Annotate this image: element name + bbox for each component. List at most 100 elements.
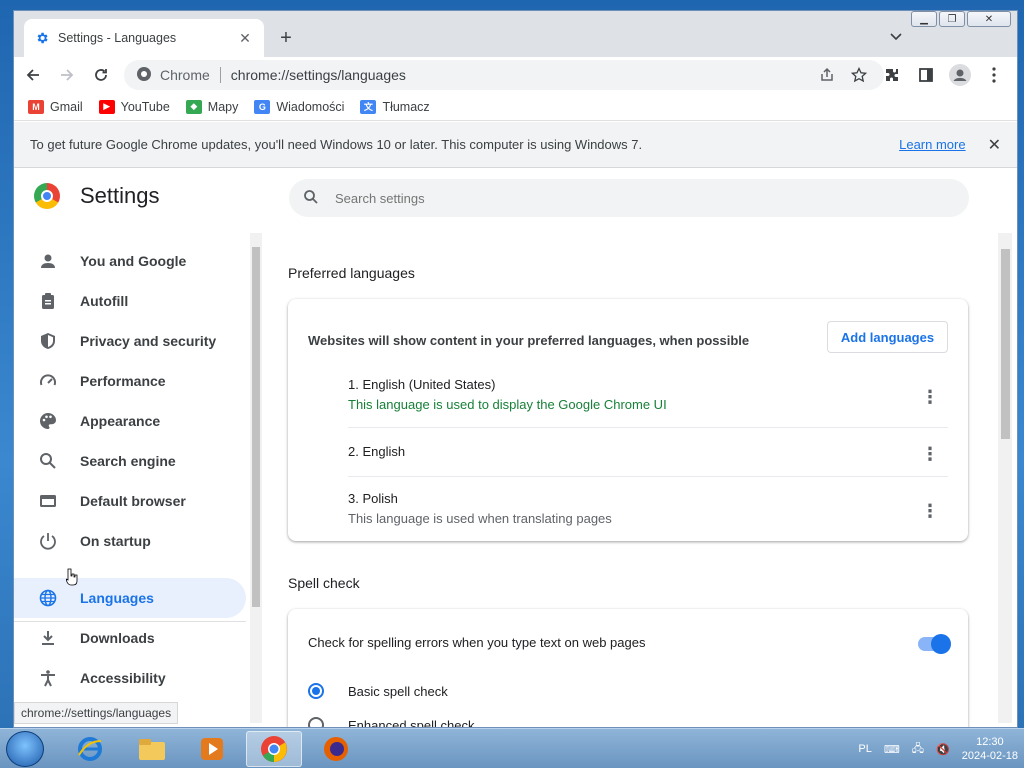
settings-main: Preferred languages Websites will show c… (288, 231, 978, 727)
bookmarks-bar: M Gmail ▶ YouTube ◆ Mapy G Wiadomości 文 … (14, 93, 1017, 121)
share-icon[interactable] (814, 62, 840, 88)
bookmark-news[interactable]: G Wiadomości (254, 99, 345, 114)
language-row: 2. English ⋮ (348, 444, 948, 494)
close-window-button[interactable]: ✕ (967, 11, 1011, 27)
learn-more-link[interactable]: Learn more (899, 137, 965, 152)
chrome-window: Settings - Languages ✕ + ▁ ❐ ✕ Chrome ch… (13, 10, 1018, 728)
speaker-muted-icon[interactable]: 🔇 (936, 743, 950, 756)
sidebar-item-appearance[interactable]: Appearance (14, 401, 246, 441)
sidebar-item-label: Search engine (80, 453, 176, 469)
shield-icon (38, 331, 58, 351)
infobar-close-icon[interactable]: ✕ (988, 135, 1001, 155)
minimize-button[interactable]: ▁ (911, 11, 937, 27)
sidebar-item-you-and-google[interactable]: You and Google (14, 241, 246, 281)
url-text[interactable]: chrome://settings/languages (231, 67, 808, 83)
palette-icon (38, 411, 58, 431)
more-options-icon[interactable]: ⋮ (920, 499, 940, 523)
window-controls: ▁ ❐ ✕ (911, 11, 1011, 27)
sidebar-item-languages[interactable]: Languages (14, 578, 246, 618)
settings-header: Settings (34, 183, 160, 209)
network-icon[interactable]: 🖧 (912, 740, 924, 759)
language-row: 1. English (United States) This language… (348, 377, 948, 427)
browser-icon (38, 491, 58, 511)
bookmark-maps[interactable]: ◆ Mapy (185, 99, 239, 114)
clock[interactable]: 12:30 2024-02-18 (962, 735, 1018, 763)
language-name: 2. English (348, 444, 406, 459)
sidebar-item-label: Performance (80, 373, 166, 389)
profile-avatar-icon[interactable] (945, 60, 975, 90)
main-scrollbar[interactable] (998, 233, 1012, 723)
spell-check-toggle[interactable] (918, 634, 951, 654)
bookmark-label: Mapy (207, 99, 239, 114)
tab-search-chevron-icon[interactable] (884, 25, 908, 49)
keyboard-icon[interactable]: ⌨ (884, 743, 900, 756)
forward-button[interactable] (52, 60, 82, 90)
menu-kebab-icon[interactable] (979, 60, 1009, 90)
new-tab-button[interactable]: + (274, 26, 298, 50)
spell-check-toggle-label: Check for spelling errors when you type … (308, 635, 646, 650)
language-indicator[interactable]: PL (858, 743, 871, 755)
bookmark-star-icon[interactable] (846, 62, 872, 88)
explorer-taskbar-icon[interactable] (124, 731, 180, 767)
maps-icon: ◆ (185, 99, 202, 114)
clock-date: 2024-02-18 (961, 750, 1018, 762)
omnibox-chrome-label: Chrome (160, 67, 210, 83)
bookmark-youtube[interactable]: ▶ YouTube (98, 99, 170, 114)
search-input[interactable] (335, 190, 935, 206)
sidebar-item-on-startup[interactable]: On startup (14, 521, 246, 561)
settings-search[interactable] (289, 179, 969, 217)
enhanced-spell-check-option[interactable]: Enhanced spell check (308, 717, 474, 727)
tab-close-icon[interactable]: ✕ (236, 29, 254, 47)
firefox-taskbar-icon[interactable] (308, 731, 364, 767)
extensions-icon[interactable] (877, 60, 907, 90)
bookmark-label: Wiadomości (276, 99, 345, 114)
media-player-taskbar-icon[interactable] (184, 731, 240, 767)
start-button[interactable] (6, 731, 44, 767)
radio-selected[interactable] (308, 683, 324, 699)
preferred-languages-card: Websites will show content in your prefe… (288, 299, 968, 541)
windows-taskbar: PL ⌨ 🖧 🔇 12:30 2024-02-18 (0, 728, 1024, 768)
chrome-taskbar-icon[interactable] (246, 731, 302, 767)
more-options-icon[interactable]: ⋮ (920, 385, 940, 409)
basic-spell-check-option[interactable]: Basic spell check (308, 683, 448, 699)
sidebar-item-accessibility[interactable]: Accessibility (14, 658, 246, 698)
sidebar-item-label: Appearance (80, 413, 161, 429)
tab-settings[interactable]: Settings - Languages ✕ (24, 19, 264, 57)
update-infobar: To get future Google Chrome updates, you… (14, 122, 1017, 168)
sidebar-scrollbar[interactable] (250, 233, 262, 723)
bookmark-translate[interactable]: 文 Tłumacz (360, 99, 430, 114)
settings-page: Settings You and Google Autofill Privacy… (14, 169, 1017, 727)
sidebar-item-downloads[interactable]: Downloads (14, 618, 246, 658)
language-divider (348, 476, 948, 477)
accessibility-icon (38, 668, 58, 688)
ie-taskbar-icon[interactable] (62, 731, 118, 767)
add-languages-button[interactable]: Add languages (827, 321, 948, 353)
download-icon (38, 628, 58, 648)
news-icon: G (254, 99, 271, 114)
maximize-button[interactable]: ❐ (939, 11, 965, 27)
bookmark-label: Gmail (50, 99, 83, 114)
sidebar-item-performance[interactable]: Performance (14, 361, 246, 401)
side-panel-icon[interactable] (911, 60, 941, 90)
bookmark-gmail[interactable]: M Gmail (28, 99, 83, 114)
search-icon (303, 189, 323, 208)
sidebar-item-privacy[interactable]: Privacy and security (14, 321, 246, 361)
toolbar: Chrome chrome://settings/languages (14, 57, 1017, 93)
more-options-icon[interactable]: ⋮ (920, 442, 940, 466)
sidebar-item-default-browser[interactable]: Default browser (14, 481, 246, 521)
sidebar-item-label: Accessibility (80, 670, 166, 686)
infobar-message: To get future Google Chrome updates, you… (30, 137, 643, 152)
language-name: 1. English (United States) (348, 377, 496, 392)
radio-unselected[interactable] (308, 717, 324, 727)
address-bar[interactable]: Chrome chrome://settings/languages (124, 60, 884, 90)
bookmark-label: Tłumacz (382, 99, 430, 114)
globe-icon (38, 588, 58, 608)
back-button[interactable] (18, 60, 48, 90)
sidebar-item-label: On startup (80, 533, 151, 549)
gmail-icon: M (28, 99, 44, 114)
chrome-logo-icon (34, 183, 60, 209)
preferred-description: Websites will show content in your prefe… (308, 333, 750, 348)
reload-button[interactable] (86, 60, 116, 90)
sidebar-item-autofill[interactable]: Autofill (14, 281, 246, 321)
sidebar-item-search-engine[interactable]: Search engine (14, 441, 246, 481)
